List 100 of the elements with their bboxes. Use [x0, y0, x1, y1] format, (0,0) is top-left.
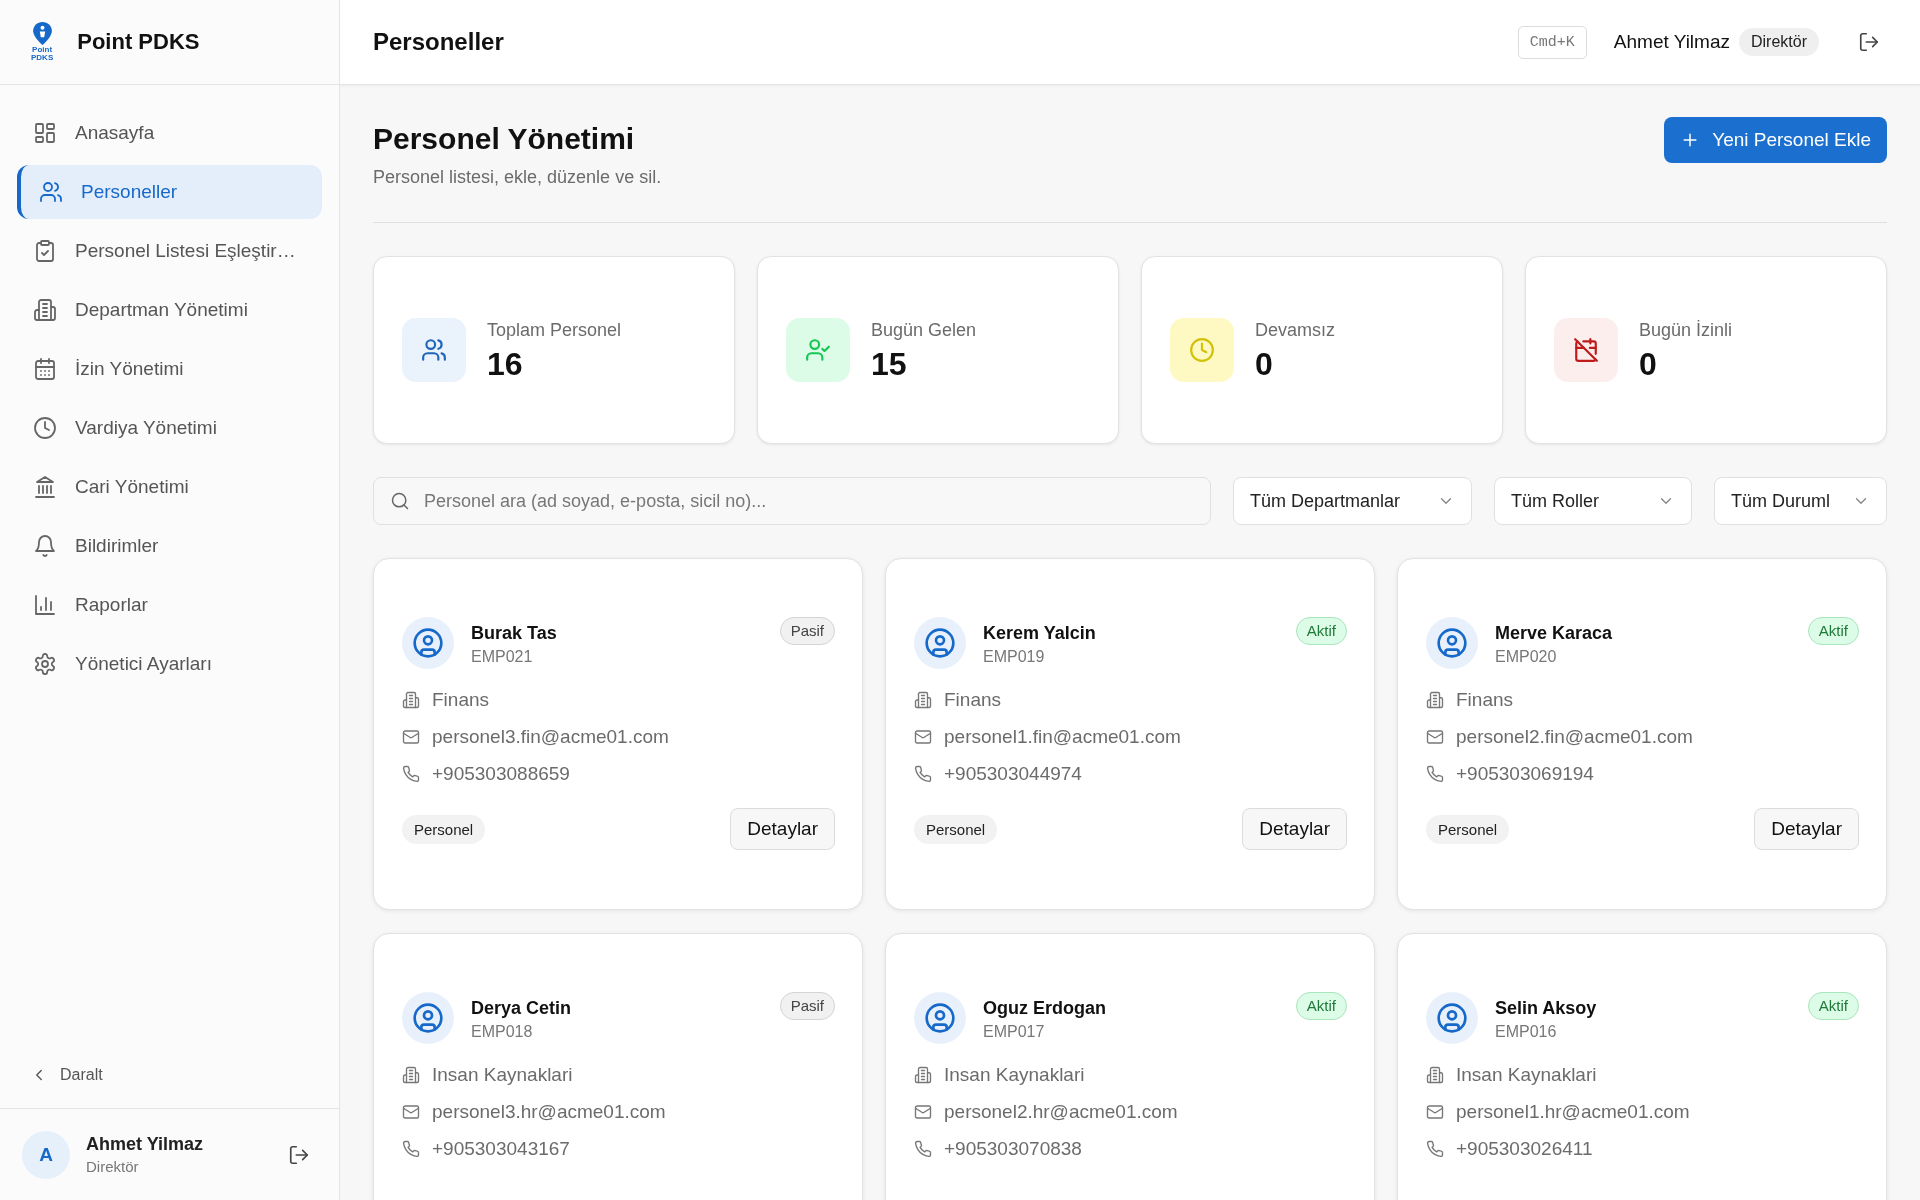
logo-caption: Point PDKS: [31, 46, 54, 62]
filter-dropdown[interactable]: Tüm Duruml: [1714, 477, 1887, 525]
employee-department: Finans: [944, 689, 1002, 711]
user-circle-icon: [402, 992, 454, 1044]
employee-email: personel1.fin@acme01.com: [944, 726, 1181, 748]
logout-icon: [288, 1143, 310, 1166]
stat-value: 0: [1639, 345, 1658, 382]
stat-label: Toplam Personel: [487, 318, 622, 341]
nav-item[interactable]: Anasayfa: [17, 106, 322, 160]
phone-icon: [914, 765, 932, 783]
mail-icon: [914, 728, 932, 746]
page-header-title: Personeller: [373, 28, 505, 56]
employee-email: personel2.hr@acme01.com: [944, 1101, 1178, 1123]
employee-name: Kerem Yalcin: [983, 622, 1097, 644]
employee-email: personel3.hr@acme01.com: [432, 1101, 666, 1123]
user-role: Direktör: [86, 1158, 140, 1175]
logout-icon: [1858, 31, 1880, 53]
user-avatar: A: [22, 1130, 70, 1179]
employee-phone: +905303070838: [944, 1138, 1082, 1160]
building-icon: [1426, 1066, 1444, 1084]
employee-department: Insan Kaynaklari: [432, 1064, 573, 1086]
user-circle-icon: [1426, 992, 1478, 1044]
nav-item[interactable]: Vardiya Yönetimi: [17, 401, 322, 455]
employee-email: personel1.hr@acme01.com: [1456, 1101, 1690, 1123]
employee-id: EMP019: [983, 647, 1046, 666]
pin-icon: [32, 22, 52, 45]
nav-item[interactable]: Cari Yönetimi: [17, 460, 322, 514]
building-icon: [402, 1066, 420, 1084]
page-subtitle: Personel listesi, ekle, düzenle ve sil.: [373, 166, 662, 189]
stat-label: Bugün Gelen: [871, 318, 977, 341]
status-badge: Aktif: [1295, 617, 1347, 645]
stat-label: Devamsız: [1255, 318, 1335, 341]
user-name: Ahmet Yilmaz: [86, 1134, 205, 1155]
bank-icon: [33, 475, 57, 499]
clock-icon: [33, 416, 57, 440]
nav-item[interactable]: Yönetici Ayarları: [17, 637, 322, 691]
dashboard-icon: [33, 121, 57, 145]
search-field[interactable]: Personel ara (ad soyad, e-posta, sicil no)...: [373, 477, 1211, 525]
phone-icon: [914, 1140, 932, 1158]
settings-icon: [33, 652, 57, 676]
nav-item[interactable]: Raporlar: [17, 578, 322, 632]
status-badge: Pasif: [779, 617, 835, 645]
details-button[interactable]: Detaylar: [730, 808, 835, 850]
filter-dropdown[interactable]: Tüm Roller: [1494, 477, 1692, 525]
stat-label: Bugün İzinli: [1639, 318, 1733, 341]
user-circle-icon: [914, 617, 966, 669]
employee-phone: +905303026411: [1456, 1138, 1593, 1160]
search-icon: [390, 491, 410, 511]
details-button[interactable]: Detaylar: [1242, 808, 1347, 850]
mail-icon: [1426, 1103, 1444, 1121]
building-icon: [33, 298, 57, 322]
employee-id: EMP016: [1495, 1022, 1558, 1041]
employee-email: personel2.fin@acme01.com: [1456, 726, 1693, 748]
employee-department: Insan Kaynaklari: [1456, 1064, 1597, 1086]
add-personnel-button[interactable]: Yeni Personel Ekle: [1664, 117, 1887, 163]
building-icon: [1426, 691, 1444, 709]
nav-item[interactable]: Personel Listesi Eşleştir…: [17, 224, 322, 278]
user-circle-icon: [402, 617, 454, 669]
phone-icon: [1426, 1140, 1444, 1158]
bell-icon: [33, 534, 57, 558]
employee-id: EMP020: [1495, 647, 1558, 666]
employee-name: Oguz Erdogan: [983, 997, 1107, 1019]
status-badge: Aktif: [1807, 992, 1859, 1020]
phone-icon: [402, 765, 420, 783]
employee-name: Merve Karaca: [1495, 622, 1614, 644]
collapse-button[interactable]: Daralt: [26, 1062, 107, 1088]
app-name: Point PDKS: [77, 29, 200, 55]
building-icon: [914, 691, 932, 709]
employee-department: Finans: [432, 689, 490, 711]
employee-name: Burak Tas: [471, 622, 558, 644]
details-button[interactable]: Detaylar: [1754, 808, 1859, 850]
status-badge: Pasif: [779, 992, 835, 1020]
nav-item[interactable]: Bildirimler: [17, 519, 322, 573]
phone-icon: [402, 1140, 420, 1158]
employee-id: EMP018: [471, 1022, 534, 1041]
employee-id: EMP021: [471, 647, 534, 666]
mail-icon: [402, 1103, 420, 1121]
nav-item[interactable]: Personeller: [17, 165, 322, 219]
page-title: Personel Yönetimi: [373, 121, 636, 157]
employee-phone: +905303044974: [944, 763, 1082, 785]
nav-item[interactable]: İzin Yönetimi: [17, 342, 322, 396]
nav-item[interactable]: Departman Yönetimi: [17, 283, 322, 337]
mail-icon: [402, 728, 420, 746]
employee-phone: +905303088659: [432, 763, 570, 785]
employee-department: Insan Kaynaklari: [944, 1064, 1085, 1086]
calendar-icon: [33, 357, 57, 381]
bar-chart-icon: [33, 593, 57, 617]
user-name: Ahmet Yilmaz: [1613, 31, 1730, 53]
filter-dropdown[interactable]: Tüm Departmanlar: [1233, 477, 1472, 525]
employee-department: Finans: [1456, 689, 1514, 711]
employee-email: personel3.fin@acme01.com: [432, 726, 669, 748]
employee-name: Selin Aksoy: [1495, 997, 1598, 1019]
user-circle-icon: [914, 992, 966, 1044]
mail-icon: [914, 1103, 932, 1121]
user-circle-icon: [1426, 617, 1478, 669]
users-icon: [39, 180, 63, 204]
role-badge: Personel: [1426, 814, 1510, 844]
building-icon: [914, 1066, 932, 1084]
stat-value: 0: [1255, 345, 1274, 382]
employee-name: Derya Cetin: [471, 997, 573, 1019]
